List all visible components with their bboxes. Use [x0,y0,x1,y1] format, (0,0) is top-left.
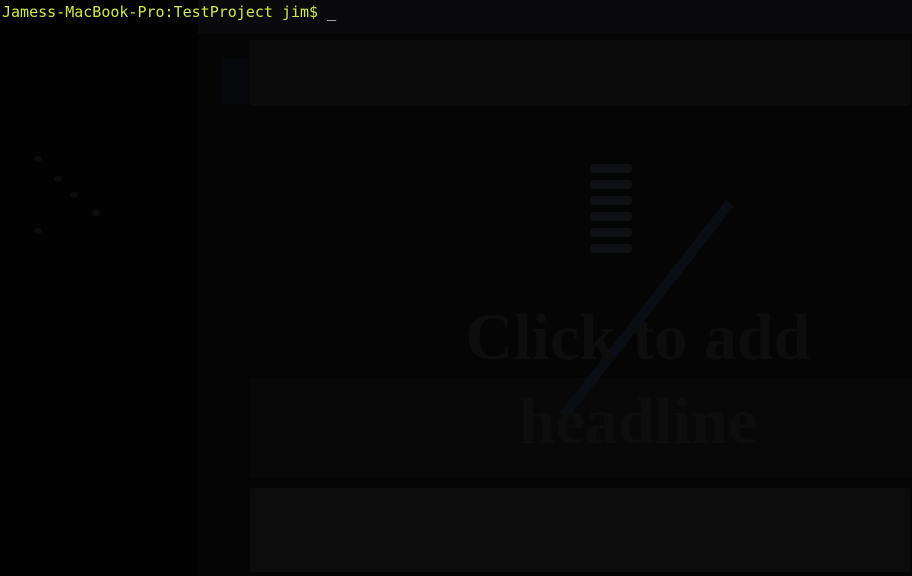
background-decoration-dot [54,176,62,182]
background-decoration-dot [92,210,100,216]
background-title-box [250,40,910,106]
background-content-box [250,488,910,572]
background-decoration-dot [34,228,42,234]
shell-prompt: Jamess-MacBook-Pro:TestProject jim$ [2,3,319,21]
background-decoration-dot [34,156,42,162]
text-cursor: _ [327,3,337,21]
shell-prompt-line[interactable]: Jamess-MacBook-Pro:TestProject jim$ _ [2,3,336,21]
terminal-window[interactable]: Click to add headline Jamess-MacBook-Pro… [0,0,912,576]
background-book-stack-image [590,164,638,284]
background-headline-placeholder: Click to add headline [465,301,811,458]
background-presentation-window: Click to add headline [198,0,912,576]
background-decoration-dot [70,192,78,198]
background-sidebar-tab [222,58,248,104]
